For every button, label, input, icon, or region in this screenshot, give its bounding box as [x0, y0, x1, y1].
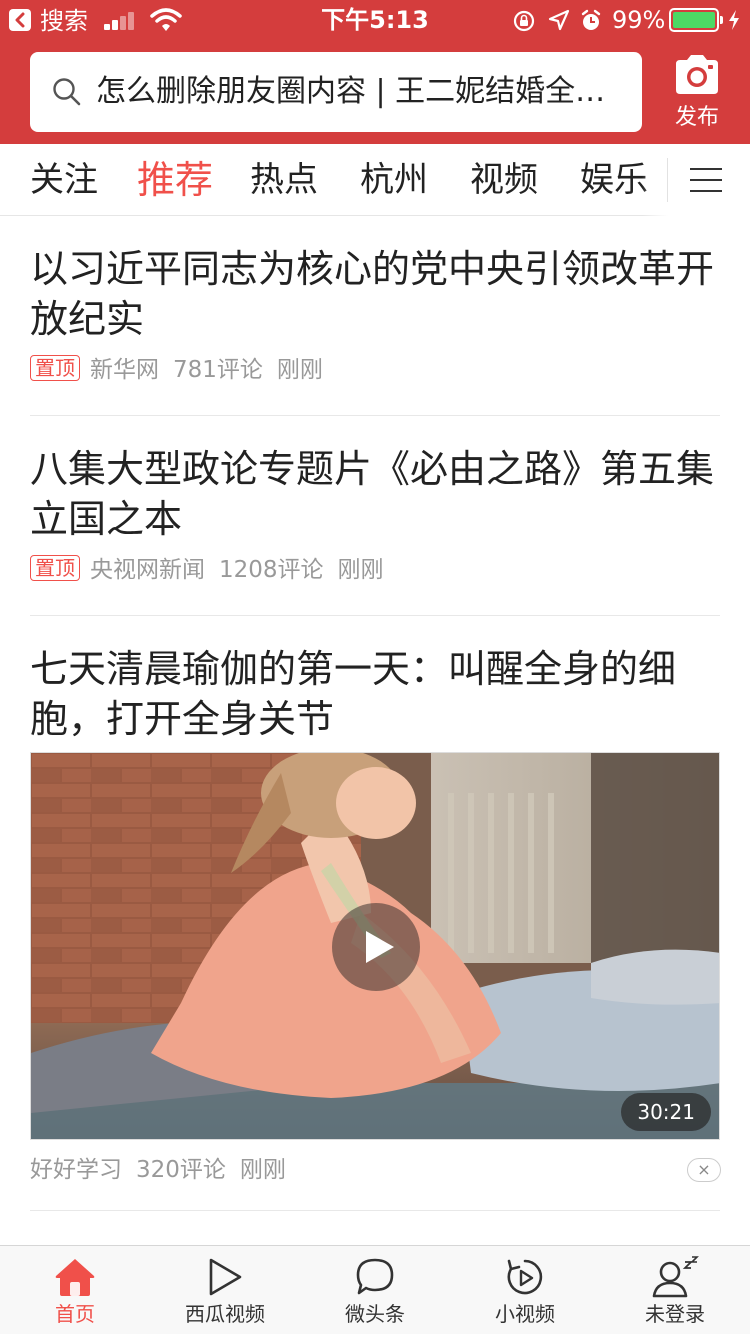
pinned-badge: 置顶: [30, 355, 80, 381]
tab-video[interactable]: 视频: [470, 144, 538, 216]
tab-hangzhou[interactable]: 杭州: [360, 144, 428, 216]
play-icon: [209, 1258, 242, 1296]
video-thumbnail[interactable]: 30:21: [30, 752, 720, 1140]
search-icon: [53, 78, 81, 106]
tab-follow[interactable]: 关注: [30, 144, 98, 216]
orientation-lock-icon: [513, 10, 535, 32]
article-comments: 320评论: [136, 1157, 226, 1183]
article-comments: 781评论: [173, 357, 263, 383]
battery-icon: [669, 8, 723, 32]
user-sleep-icon: [652, 1256, 699, 1298]
short-video-icon: [507, 1259, 543, 1295]
article-time: 刚刚: [276, 357, 323, 383]
search-query-text[interactable]: 怎么删除朋友圈内容 | 王二妮结婚全…: [96, 52, 622, 132]
tab-hot[interactable]: 热点: [250, 144, 318, 216]
tab-entertainment[interactable]: 娱乐: [580, 144, 648, 216]
battery-fill: [673, 12, 715, 28]
article-source[interactable]: 央视网新闻: [90, 557, 205, 583]
pinned-badge: 置顶: [30, 555, 80, 581]
tab-recommend[interactable]: 推荐: [137, 144, 213, 216]
tabbar-label[interactable]: 微头条: [300, 1301, 450, 1327]
article-meta: 置顶 央视网新闻 1208评论 刚刚: [30, 555, 384, 585]
article-meta: 置顶 新华网 781评论 刚刚: [30, 355, 323, 385]
article-title[interactable]: 以习近平同志为核心的党中央引领改革开放纪实: [30, 244, 720, 344]
feed-divider: [30, 415, 720, 416]
location-icon: [548, 9, 570, 31]
video-article-item[interactable]: 七天清晨瑜伽的第一天：叫醒全身的细胞，打开全身关节: [30, 644, 720, 744]
article-meta: 好好学习 320评论 刚刚: [30, 1155, 286, 1185]
article-source[interactable]: 好好学习: [30, 1157, 122, 1183]
bottom-tab-bar: 首页 西瓜视频 微头条 小视频 未登录: [0, 1245, 750, 1334]
tabbar-label[interactable]: 首页: [0, 1301, 150, 1327]
tabbar-label[interactable]: 西瓜视频: [150, 1301, 300, 1327]
play-icon: [366, 931, 394, 963]
article-comments: 1208评论: [219, 557, 324, 583]
top-header: 搜索 下午5:13 99% 怎么删除朋友圈内容 | 王二妮结婚全… 发布: [0, 0, 750, 144]
feed-divider: [30, 615, 720, 616]
publish-label[interactable]: 发布: [660, 104, 734, 132]
charging-icon: [729, 10, 739, 30]
channel-menu-icon[interactable]: [668, 144, 750, 216]
alarm-icon: [581, 9, 601, 30]
tabbar-not-logged-in[interactable]: 未登录: [600, 1246, 750, 1334]
camera-icon: [676, 55, 718, 94]
article-item[interactable]: 八集大型政论专题片《必由之路》第五集 立国之本: [30, 444, 720, 544]
app-screen: 搜索 下午5:13 99% 怎么删除朋友圈内容 | 王二妮结婚全… 发布 关注 …: [0, 0, 750, 1334]
article-time: 刚刚: [337, 557, 384, 583]
publish-button[interactable]: 发布: [660, 50, 734, 134]
battery-percent: 99%: [612, 6, 666, 34]
tabbar-xigua-video[interactable]: 西瓜视频: [150, 1246, 300, 1334]
article-source[interactable]: 新华网: [90, 357, 159, 383]
tabbar-short-video[interactable]: 小视频: [450, 1246, 600, 1334]
dismiss-button[interactable]: ×: [687, 1158, 721, 1182]
feed-divider: [30, 1210, 720, 1211]
tabbar-home[interactable]: 首页: [0, 1246, 150, 1334]
search-input[interactable]: 怎么删除朋友圈内容 | 王二妮结婚全…: [30, 52, 642, 132]
play-button[interactable]: [332, 903, 420, 991]
chat-bubble-icon: [356, 1258, 394, 1295]
tabbar-label[interactable]: 小视频: [450, 1301, 600, 1327]
article-time: 刚刚: [239, 1157, 286, 1183]
tabbar-label[interactable]: 未登录: [600, 1301, 750, 1327]
status-bar: 搜索 下午5:13 99%: [0, 0, 750, 42]
tabbar-weitoutiao[interactable]: 微头条: [300, 1246, 450, 1334]
article-title[interactable]: 七天清晨瑜伽的第一天：叫醒全身的细胞，打开全身关节: [30, 644, 720, 744]
channel-tabs: 关注 推荐 热点 杭州 视频 娱乐: [0, 144, 750, 216]
video-duration: 30:21: [621, 1093, 711, 1131]
home-icon: [55, 1259, 95, 1296]
article-item[interactable]: 以习近平同志为核心的党中央引领改革开放纪实: [30, 244, 720, 344]
article-title[interactable]: 八集大型政论专题片《必由之路》第五集 立国之本: [30, 444, 720, 544]
